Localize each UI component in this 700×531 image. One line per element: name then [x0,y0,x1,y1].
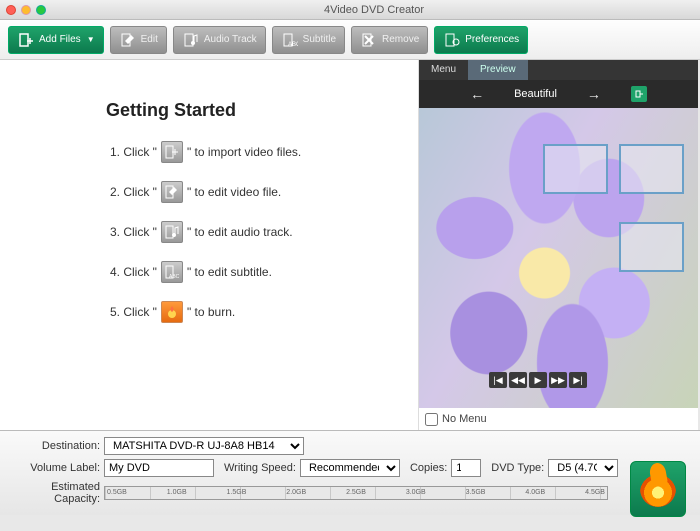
destination-select[interactable]: MATSHITA DVD-R UJ-8A8 HB14 [104,437,304,455]
window-title: 4Video DVD Creator [54,4,694,16]
burn-step-icon [161,301,183,323]
no-menu-label: No Menu [442,413,487,425]
import-icon [161,141,183,163]
window-controls [6,5,46,15]
preferences-label: Preferences [465,34,519,45]
menu-slot-1[interactable] [543,144,608,194]
writing-speed-select[interactable]: Recommended [300,459,400,477]
preview-nav: ← Beautiful → [419,80,698,108]
getting-started-panel: Getting Started 1. Click " " to import v… [0,60,418,430]
add-files-icon [17,31,35,49]
nav-next-icon[interactable]: → [587,86,601,102]
volume-label: Volume Label: [8,462,100,474]
step-2: 2. Click " " to edit video file. [110,181,398,203]
audio-label: Audio Track [204,34,257,45]
copies-input[interactable] [451,459,481,477]
audio-track-button[interactable]: Audio Track [173,26,266,54]
step-5: 5. Click " " to burn. [110,301,398,323]
skip-forward-icon[interactable]: ▶| [569,372,587,388]
remove-label: Remove [382,34,419,45]
add-files-label: Add Files [39,34,81,45]
tab-menu[interactable]: Menu [419,60,468,80]
audio-icon [182,31,200,49]
close-icon[interactable] [6,5,16,15]
bottom-panel: Destination: MATSHITA DVD-R UJ-8A8 HB14 … [0,430,700,515]
nav-to-editor-icon[interactable] [631,86,647,102]
add-files-button[interactable]: Add Files ▼ [8,26,104,54]
titlebar: 4Video DVD Creator [0,0,700,20]
nav-prev-icon[interactable]: ← [470,86,484,102]
menu-slot-3[interactable] [619,222,684,272]
capacity-bar: 0.5GB 1.0GB 1.5GB 2.0GB 2.5GB 3.0GB 3.5G… [104,486,608,500]
edit-button[interactable]: Edit [110,26,167,54]
edit-label: Edit [141,34,158,45]
edit-video-icon [161,181,183,203]
svg-text:ABC: ABC [288,42,298,48]
step-3: 3. Click " " to edit audio track. [110,221,398,243]
no-menu-row: No Menu [419,408,698,430]
no-menu-checkbox[interactable] [425,413,438,426]
forward-icon[interactable]: ▶▶ [549,372,567,388]
step-4: 4. Click " ABC " to edit subtitle. [110,261,398,283]
step-1: 1. Click " " to import video files. [110,141,398,163]
writing-speed-label: Writing Speed: [224,462,296,474]
edit-icon [119,31,137,49]
copies-label: Copies: [410,462,447,474]
minimize-icon[interactable] [21,5,31,15]
zoom-icon[interactable] [36,5,46,15]
tab-preview[interactable]: Preview [468,60,528,80]
burn-button[interactable] [630,461,686,517]
remove-button[interactable]: Remove [351,26,428,54]
burn-icon [640,471,676,507]
subtitle-icon: ABC [281,31,299,49]
remove-icon [360,31,378,49]
play-icon[interactable]: ▶ [529,372,547,388]
preview-panel: Menu Preview ← Beautiful → |◀ ◀◀ ▶ ▶▶ [418,60,698,430]
toolbar: Add Files ▼ Edit Audio Track ABC Subtitl… [0,20,700,60]
capacity-label: Estimated Capacity: [8,481,100,505]
preferences-button[interactable]: Preferences [434,26,528,54]
dvd-type-label: DVD Type: [491,462,544,474]
svg-text:ABC: ABC [169,274,179,279]
subtitle-button[interactable]: ABC Subtitle [272,26,345,54]
dropdown-caret-icon: ▼ [87,35,95,44]
destination-label: Destination: [8,440,100,452]
nav-title: Beautiful [514,88,557,100]
getting-started-title: Getting Started [106,100,398,121]
preview-tabs: Menu Preview [419,60,698,80]
preferences-icon [443,31,461,49]
menu-slot-2[interactable] [619,144,684,194]
subtitle-label: Subtitle [303,34,336,45]
skip-back-icon[interactable]: |◀ [489,372,507,388]
rewind-icon[interactable]: ◀◀ [509,372,527,388]
playback-controls: |◀ ◀◀ ▶ ▶▶ ▶| [489,372,587,388]
edit-subtitle-icon: ABC [161,261,183,283]
preview-area: |◀ ◀◀ ▶ ▶▶ ▶| [419,108,698,408]
edit-audio-icon [161,221,183,243]
dvd-type-select[interactable]: D5 (4.7G) [548,459,618,477]
volume-input[interactable] [104,459,214,477]
